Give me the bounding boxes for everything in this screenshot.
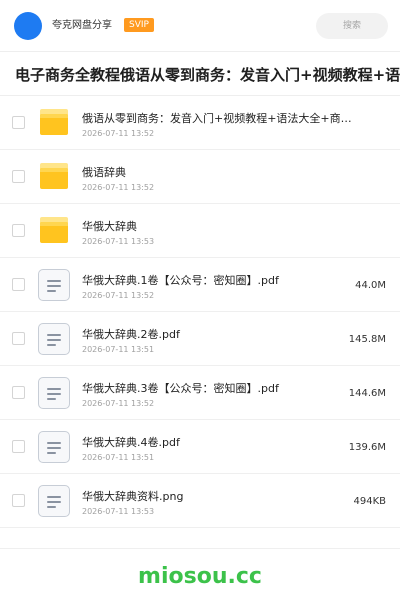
item-date: 2026-07-11 13:52 [82, 183, 155, 192]
document-icon [38, 485, 70, 517]
watermark: miosou.cc [138, 564, 262, 589]
folder-title: 电子商务全教程俄语从零到商务：发音入门+视频教程+语法大全+商务 [15, 66, 400, 84]
item-checkbox[interactable] [12, 386, 25, 399]
item-name: 华俄大辞典 [82, 220, 137, 233]
item-checkbox[interactable] [12, 224, 25, 237]
item-date: 2026-07-11 13:51 [82, 345, 155, 354]
item-name: 华俄大辞典.2卷.pdf [82, 328, 180, 341]
document-icon [38, 269, 70, 301]
item-checkbox[interactable] [12, 332, 25, 345]
item-checkbox[interactable] [12, 170, 25, 183]
divider [0, 548, 400, 549]
title-bar: 电子商务全教程俄语从零到商务：发音入门+视频教程+语法大全+商务 [0, 52, 400, 96]
item-checkbox[interactable] [12, 494, 25, 507]
avatar[interactable] [14, 12, 42, 40]
header: 夸克网盘分享 SVIP [0, 0, 400, 52]
list-item[interactable]: 华俄大辞典.3卷【公众号：密知圈】.pdf 2026-07-11 13:52 1… [0, 366, 400, 420]
item-name: 俄语辞典 [82, 166, 126, 179]
item-date: 2026-07-11 13:51 [82, 453, 155, 462]
item-size: 44.0M [355, 280, 386, 291]
item-size: 144.6M [348, 388, 386, 399]
item-name: 俄语从零到商务：发音入门+视频教程+语法大全+商务… [82, 112, 358, 125]
user-name[interactable]: 夸克网盘分享 [52, 19, 112, 33]
item-name: 华俄大辞典.4卷.pdf [82, 436, 180, 449]
svip-badge: SVIP [124, 18, 154, 32]
folder-icon [38, 162, 70, 192]
item-date: 2026-07-11 13:52 [82, 129, 155, 138]
item-checkbox[interactable] [12, 440, 25, 453]
list-item[interactable]: 华俄大辞典 2026-07-11 13:53 [0, 204, 400, 258]
document-icon [38, 431, 70, 463]
item-date: 2026-07-11 13:52 [82, 291, 155, 300]
item-name: 华俄大辞典资料.png [82, 490, 184, 503]
document-icon [38, 377, 70, 409]
list-item[interactable]: 华俄大辞典资料.png 2026-07-11 13:53 494KB [0, 474, 400, 528]
file-list: 俄语从零到商务：发音入门+视频教程+语法大全+商务… 2026-07-11 13… [0, 96, 400, 528]
item-size: 139.6M [348, 442, 386, 453]
list-item[interactable]: 俄语从零到商务：发音入门+视频教程+语法大全+商务… 2026-07-11 13… [0, 96, 400, 150]
item-name: 华俄大辞典.3卷【公众号：密知圈】.pdf [82, 382, 279, 395]
search-input[interactable] [316, 13, 388, 39]
folder-icon [38, 108, 70, 138]
document-icon [38, 323, 70, 355]
item-checkbox[interactable] [12, 278, 25, 291]
item-date: 2026-07-11 13:53 [82, 507, 155, 516]
list-item[interactable]: 俄语辞典 2026-07-11 13:52 [0, 150, 400, 204]
item-checkbox[interactable] [12, 116, 25, 129]
item-date: 2026-07-11 13:53 [82, 237, 155, 246]
item-date: 2026-07-11 13:52 [82, 399, 155, 408]
item-size: 145.8M [348, 334, 386, 345]
list-item[interactable]: 华俄大辞典.4卷.pdf 2026-07-11 13:51 139.6M [0, 420, 400, 474]
list-item[interactable]: 华俄大辞典.2卷.pdf 2026-07-11 13:51 145.8M [0, 312, 400, 366]
folder-icon [38, 216, 70, 246]
item-name: 华俄大辞典.1卷【公众号：密知圈】.pdf [82, 274, 279, 287]
list-item[interactable]: 华俄大辞典.1卷【公众号：密知圈】.pdf 2026-07-11 13:52 4… [0, 258, 400, 312]
item-size: 494KB [353, 496, 386, 507]
